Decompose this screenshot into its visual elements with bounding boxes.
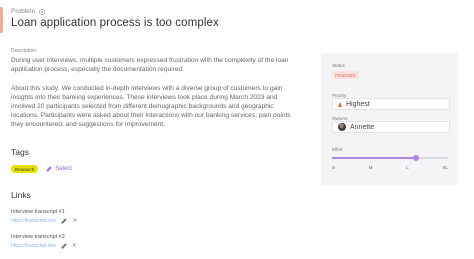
description-label: Description bbox=[11, 48, 37, 54]
edit-icon[interactable] bbox=[61, 243, 67, 249]
description-paragraph-1[interactable]: During user interviews, multiple custome… bbox=[11, 56, 296, 74]
tags-row: Research Select bbox=[11, 165, 72, 173]
close-icon[interactable]: ✕ bbox=[72, 218, 77, 224]
status-label: Status bbox=[332, 63, 345, 68]
close-icon[interactable]: ✕ bbox=[72, 243, 77, 249]
effort-tick: L bbox=[406, 165, 409, 170]
pencil-icon bbox=[46, 166, 52, 172]
effort-slider-thumb[interactable] bbox=[412, 154, 419, 161]
link-url[interactable]: https://transcript.two bbox=[11, 243, 56, 249]
link-item: Interview transcript #2 https://transcri… bbox=[11, 234, 77, 249]
avatar bbox=[338, 123, 346, 131]
priority-value: Highest bbox=[346, 100, 370, 108]
priority-select[interactable]: Highest bbox=[332, 98, 450, 110]
tag-chip[interactable]: Research bbox=[11, 165, 39, 173]
effort-slider-fill bbox=[332, 157, 416, 159]
accent-bar bbox=[0, 7, 3, 33]
effort-tick: S bbox=[332, 165, 336, 170]
links-heading: Links bbox=[11, 190, 31, 200]
owner-name: Annette bbox=[350, 123, 375, 131]
status-badge[interactable]: PENDING bbox=[332, 71, 359, 79]
link-url[interactable]: https://transcript.one bbox=[11, 218, 56, 224]
link-title: Interview transcript #2 bbox=[11, 234, 65, 240]
effort-ticks: S M L XL bbox=[332, 165, 448, 170]
link-item: Interview transcript #1 https://transcri… bbox=[11, 209, 77, 224]
arrow-up-icon bbox=[338, 101, 342, 107]
owners-select[interactable]: Annette bbox=[332, 121, 450, 133]
breadcrumb: Problem bbox=[11, 8, 46, 15]
effort-label: Effort bbox=[332, 147, 343, 152]
effort-tick: M bbox=[368, 165, 373, 170]
tags-heading: Tags bbox=[11, 147, 29, 157]
properties-panel: Status PENDING Priority Highest Owners A… bbox=[321, 53, 458, 185]
breadcrumb-label[interactable]: Problem bbox=[11, 8, 35, 15]
effort-tick: XL bbox=[442, 165, 448, 170]
info-icon[interactable] bbox=[39, 8, 46, 15]
edit-icon[interactable] bbox=[61, 218, 67, 224]
link-title: Interview transcript #1 bbox=[11, 209, 65, 215]
tag-select-label: Select bbox=[55, 166, 72, 172]
tag-select-button[interactable]: Select bbox=[46, 166, 72, 172]
page-title[interactable]: Loan application process is too complex bbox=[11, 17, 219, 29]
description-paragraph-2[interactable]: About this study: We conducted in-depth … bbox=[11, 84, 296, 129]
effort-slider[interactable] bbox=[332, 154, 448, 161]
